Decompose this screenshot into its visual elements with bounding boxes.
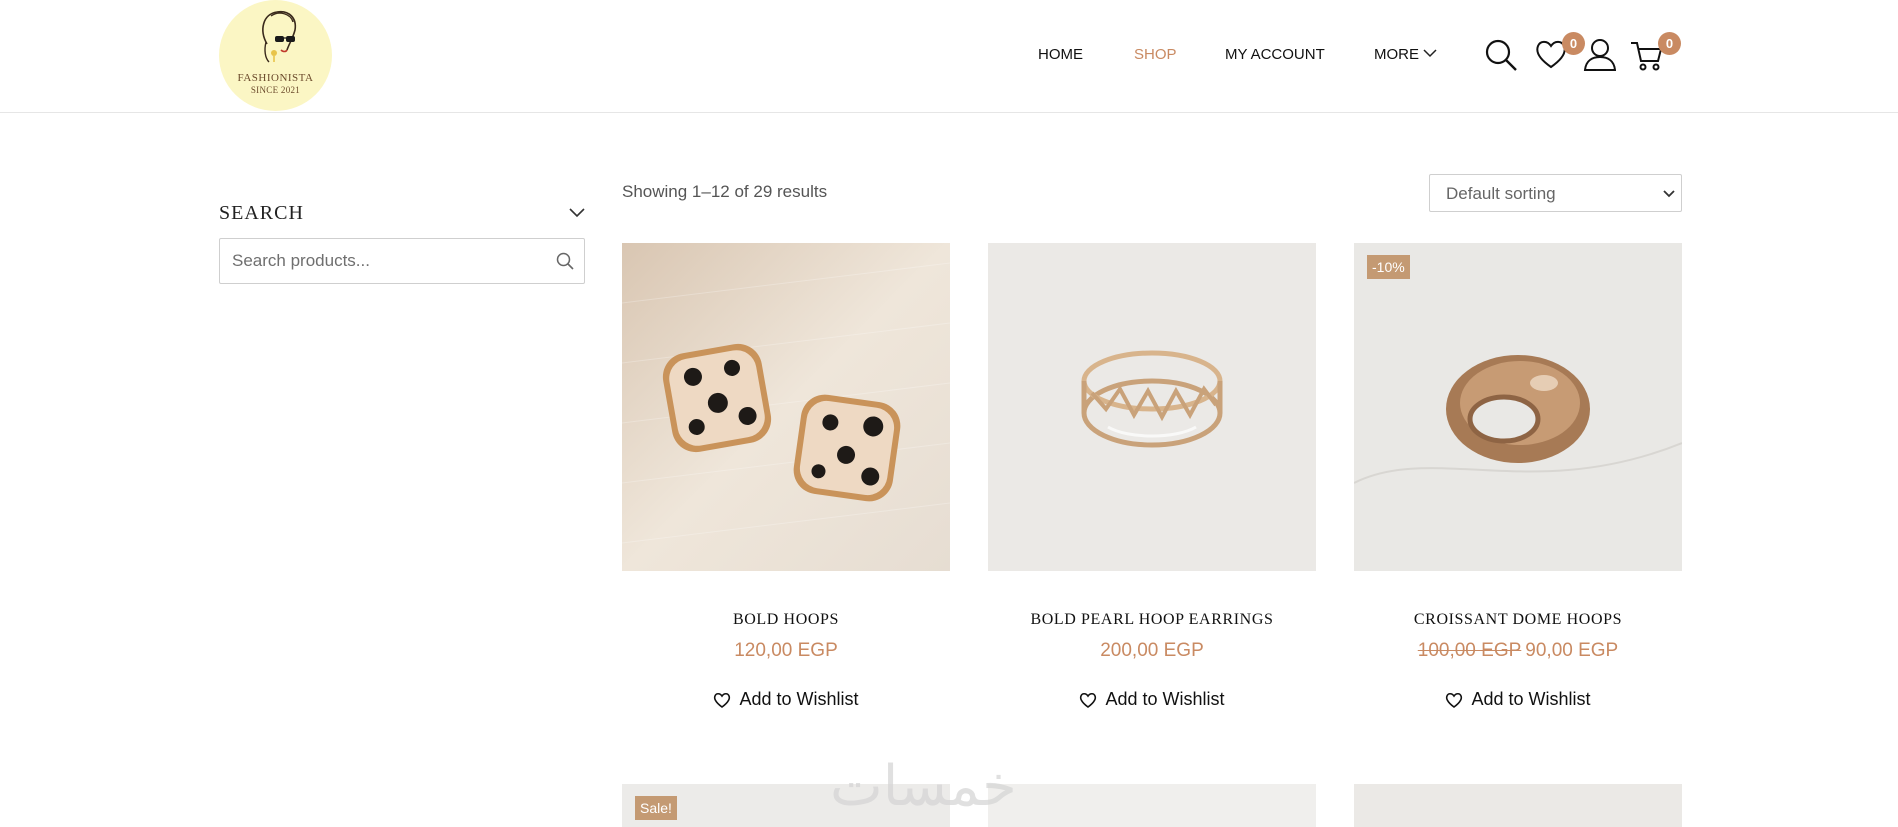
logo-subtitle: SINCE 2021 bbox=[250, 85, 301, 95]
product-current-price: 120,00 EGP bbox=[734, 640, 838, 661]
watermark: خمسات bbox=[830, 754, 1017, 819]
product-price: 120,00 EGP bbox=[622, 640, 950, 662]
product-image[interactable] bbox=[988, 784, 1316, 827]
user-account-icon[interactable] bbox=[1582, 38, 1616, 72]
search-icon[interactable] bbox=[556, 252, 574, 270]
search-products-input[interactable] bbox=[220, 239, 540, 283]
result-count: Showing 1–12 of 29 results bbox=[622, 182, 828, 201]
product-old-price: 100,00 EGP bbox=[1417, 640, 1522, 661]
site-logo[interactable]: FASHIONISTA SINCE 2021 bbox=[219, 0, 332, 111]
add-to-wishlist-label: Add to Wishlist bbox=[739, 689, 859, 709]
add-to-wishlist-label: Add to Wishlist bbox=[1105, 689, 1225, 709]
product-image[interactable] bbox=[988, 243, 1316, 571]
search-icon[interactable] bbox=[1484, 38, 1518, 72]
product-image[interactable]: -10% bbox=[1354, 243, 1682, 571]
discount-badge: -10% bbox=[1367, 255, 1410, 279]
nav-home[interactable]: HOME bbox=[1038, 46, 1083, 63]
nav-shop[interactable]: SHOP bbox=[1134, 46, 1177, 63]
sidebar-search-title: SEARCH bbox=[219, 202, 304, 224]
add-to-wishlist-button[interactable]: Add to Wishlist bbox=[622, 689, 950, 710]
nav-more[interactable]: MORE bbox=[1374, 46, 1419, 63]
chevron-down-icon bbox=[1663, 190, 1675, 198]
product-search-box bbox=[219, 238, 585, 284]
nav-my-account[interactable]: MY ACCOUNT bbox=[1225, 46, 1325, 63]
product-name[interactable]: CROISSANT DOME HOOPS bbox=[1354, 611, 1682, 629]
chevron-down-icon[interactable] bbox=[1423, 48, 1437, 58]
heart-icon bbox=[1080, 692, 1097, 708]
sale-badge: Sale! bbox=[635, 796, 677, 820]
product-price: 100,00 EGP 90,00 EGP bbox=[1354, 640, 1682, 662]
product-current-price: 90,00 EGP bbox=[1525, 640, 1619, 661]
chevron-down-icon[interactable] bbox=[569, 206, 585, 218]
add-to-wishlist-button[interactable]: Add to Wishlist bbox=[1354, 689, 1682, 710]
sort-selected-value: Default sorting bbox=[1446, 184, 1556, 203]
product-price: 200,00 EGP bbox=[988, 640, 1316, 662]
site-header: FASHIONISTA SINCE 2021 HOME SHOP MY ACCO… bbox=[0, 0, 1898, 113]
product-name[interactable]: BOLD PEARL HOOP EARRINGS bbox=[988, 611, 1316, 629]
product-image[interactable] bbox=[1354, 784, 1682, 827]
cart-count-badge: 0 bbox=[1658, 32, 1681, 55]
product-name[interactable]: BOLD HOOPS bbox=[622, 611, 950, 629]
add-to-wishlist-label: Add to Wishlist bbox=[1471, 689, 1591, 709]
heart-icon bbox=[714, 692, 731, 708]
logo-title: FASHIONISTA bbox=[237, 72, 314, 84]
product-current-price: 200,00 EGP bbox=[1100, 640, 1204, 661]
add-to-wishlist-button[interactable]: Add to Wishlist bbox=[988, 689, 1316, 710]
product-image[interactable] bbox=[622, 243, 950, 571]
heart-icon bbox=[1446, 692, 1463, 708]
sort-select[interactable]: Default sorting bbox=[1429, 174, 1682, 212]
